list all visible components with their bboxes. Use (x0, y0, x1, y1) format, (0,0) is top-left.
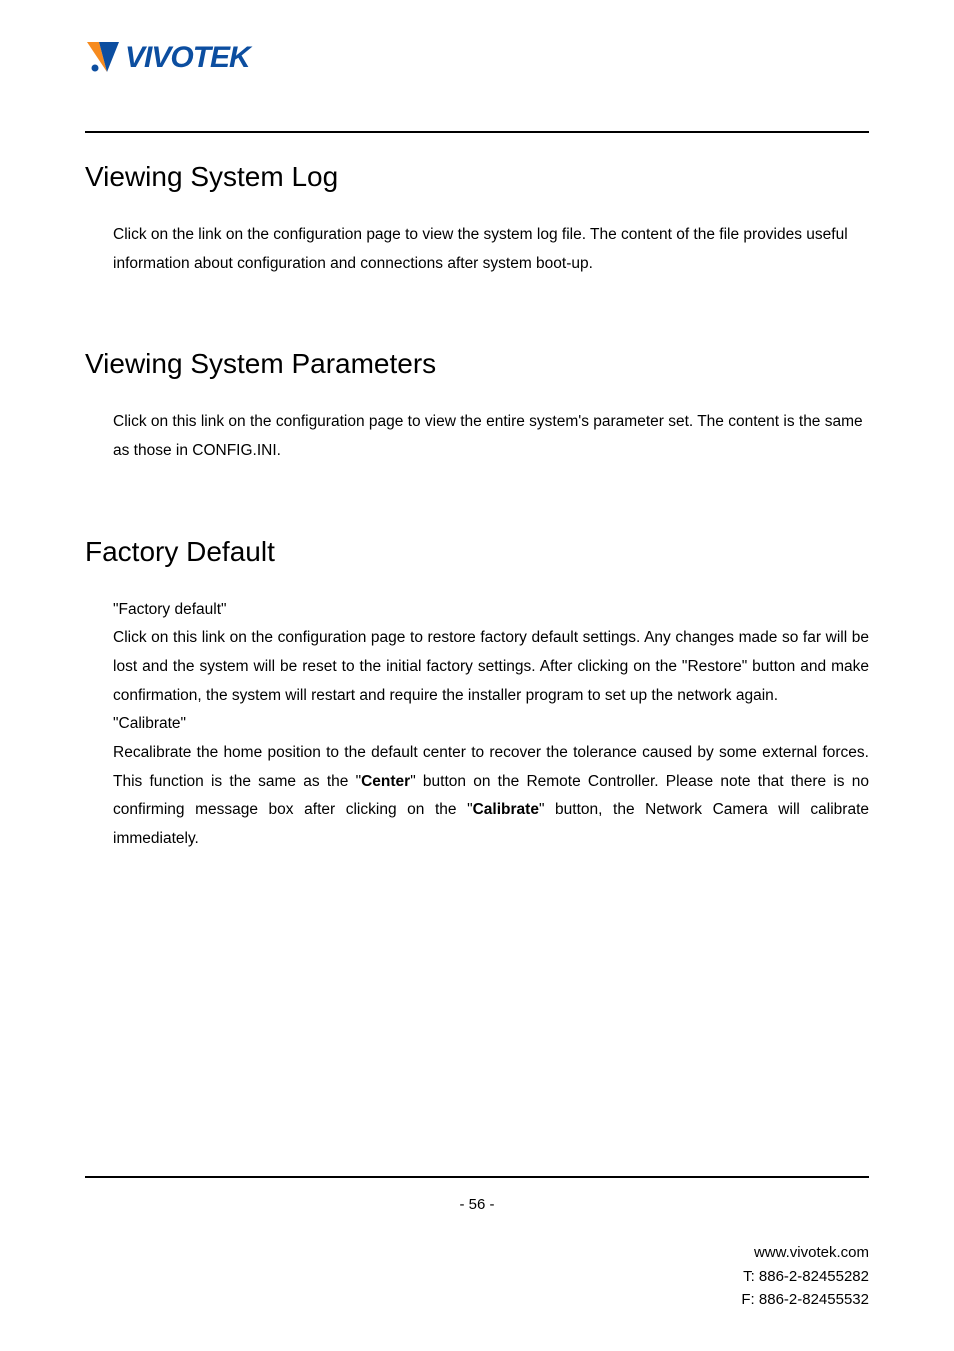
brand-logo: VIVOTEK (85, 40, 250, 76)
heading-viewing-system-parameters: Viewing System Parameters (85, 348, 869, 380)
factory-default-label: "Factory default" (113, 596, 869, 625)
page-number: - 56 - (85, 1196, 869, 1213)
footer-telephone: T: 886-2-82455282 (85, 1265, 869, 1288)
footer-contact: www.vivotek.com T: 886-2-82455282 F: 886… (85, 1241, 869, 1311)
body-viewing-system-log: Click on the link on the configuration p… (113, 221, 869, 278)
body-viewing-system-parameters: Click on this link on the configuration … (113, 408, 869, 465)
body-factory-default: "Factory default" Click on this link on … (113, 596, 869, 854)
center-button-ref: Center (361, 773, 410, 790)
calibrate-button-ref: Calibrate (473, 801, 539, 818)
calibrate-text: Recalibrate the home position to the def… (113, 739, 869, 854)
calibrate-label: "Calibrate" (113, 710, 869, 739)
logo-wrapper: VIVOTEK (85, 40, 869, 81)
footer-website: www.vivotek.com (85, 1241, 869, 1264)
heading-viewing-system-log: Viewing System Log (85, 161, 869, 193)
header-divider (85, 131, 869, 133)
footer-fax: F: 886-2-82455532 (85, 1288, 869, 1311)
factory-default-text: Click on this link on the configuration … (113, 624, 869, 710)
brand-text: VIVOTEK (125, 41, 250, 75)
heading-factory-default: Factory Default (85, 536, 869, 568)
vivotek-icon (85, 40, 121, 76)
page-footer: - 56 - www.vivotek.com T: 886-2-82455282… (85, 1176, 869, 1311)
footer-divider (85, 1176, 869, 1178)
